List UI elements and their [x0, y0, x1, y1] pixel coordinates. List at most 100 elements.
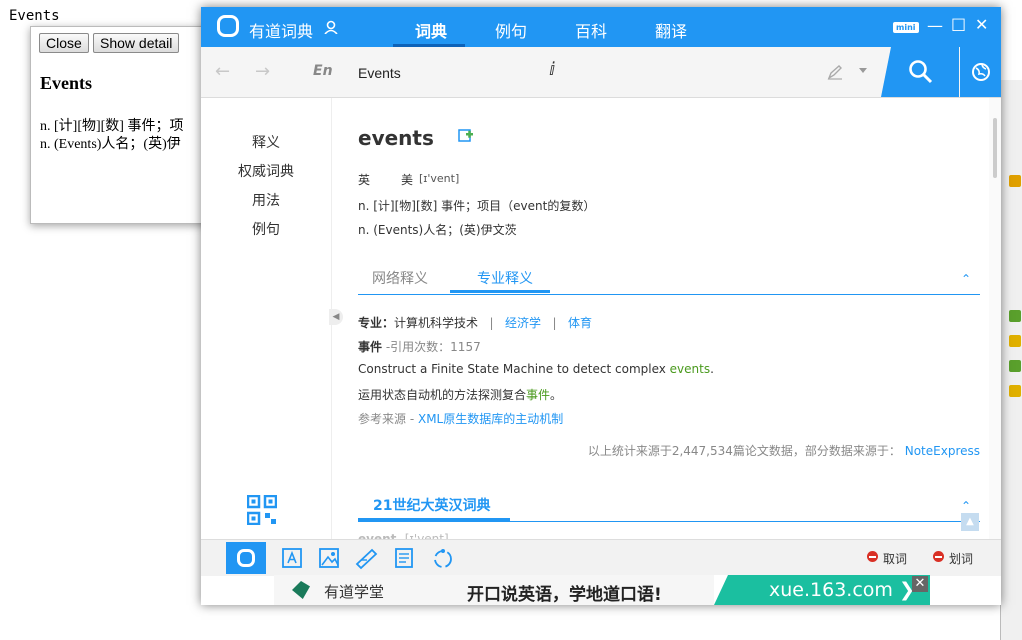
- scrollbar[interactable]: [989, 98, 1001, 543]
- youdao-dictionary-window: 有道词典 词典 例句 百科 翻译 mini — □ ✕ ← → En ⅈ: [201, 7, 1001, 605]
- capture-word-toggle[interactable]: 取词: [883, 550, 907, 567]
- example-translation: 运用状态自动机的方法探测复合事件。: [358, 386, 562, 403]
- web-search-button[interactable]: [960, 47, 1001, 97]
- text-cursor-icon: ⅈ: [549, 59, 556, 80]
- dictionary-title: 21世纪大英汉词典: [373, 498, 491, 514]
- collapse-chevron-icon[interactable]: ⌃: [961, 272, 971, 286]
- document-translate-icon[interactable]: [390, 544, 418, 572]
- forward-arrow-icon[interactable]: →: [255, 61, 270, 82]
- popup-def-2: n. (Events)人名；(英)伊: [40, 137, 181, 152]
- statistics-text: 以上统计来源于2,447,534篇论文数据，部分数据来源于：: [587, 444, 901, 458]
- translation-highlight: 事件: [526, 388, 551, 402]
- entry-content: events 英 美 [ɪ'vent] n. [计][物][数] 事件；项目（e…: [358, 98, 980, 546]
- collapse-nav-button[interactable]: ◀: [329, 309, 343, 325]
- definition-2: n. (Events)人名；(英)伊文茨: [358, 223, 517, 237]
- example-text: Construct a Finite State Machine to dete…: [358, 362, 670, 376]
- field-economics-link[interactable]: 经济学: [505, 316, 541, 330]
- title-bar: 有道词典 词典 例句 百科 翻译 mini — □ ✕: [201, 7, 1001, 47]
- reference-row: 参考来源 - XML原生数据库的主动机制: [358, 410, 563, 427]
- ad-brand: 有道学堂: [324, 583, 385, 601]
- reference-link[interactable]: XML原生数据库的主动机制: [418, 412, 563, 426]
- ad-url-text: xue.163.com: [769, 579, 893, 601]
- field-label: 专业：: [358, 316, 395, 330]
- headword: events: [358, 126, 434, 150]
- image-translate-icon[interactable]: [315, 544, 343, 572]
- app-name: 有道词典: [249, 22, 314, 41]
- text-translate-icon[interactable]: [278, 544, 306, 572]
- definition-1: n. [计][物][数] 事件；项目（event的复数）: [358, 199, 596, 213]
- citation-count: -引用次数：1157: [385, 340, 481, 354]
- maximize-icon[interactable]: □: [951, 14, 966, 33]
- tab-professional-definition[interactable]: 专业释义: [477, 268, 533, 288]
- example-end: .: [710, 362, 714, 376]
- minus-circle-icon: [867, 551, 878, 562]
- chevron-down-icon[interactable]: [859, 68, 867, 73]
- scrollbar-thumb[interactable]: [993, 118, 997, 178]
- globe-icon: [972, 63, 990, 81]
- check-icon: [1009, 360, 1021, 372]
- field-computer-science: 计算机科学技术: [394, 316, 479, 330]
- example-sentence: Construct a Finite State Machine to dete…: [358, 362, 714, 376]
- pronunciation-us[interactable]: 美: [401, 171, 413, 188]
- tab-active-indicator: [450, 290, 550, 293]
- back-arrow-icon[interactable]: ←: [215, 61, 230, 82]
- definition-tabs: 网络释义 专业释义 ⌃: [358, 262, 980, 295]
- noteexpress-link[interactable]: NoteExpress: [905, 444, 980, 458]
- example-highlight: events: [669, 362, 711, 376]
- search-bar: ← → En ⅈ: [201, 47, 1001, 98]
- check-icon: [1009, 310, 1021, 322]
- translation-end: 。: [550, 388, 563, 402]
- add-wordbook-icon[interactable]: [458, 129, 474, 143]
- popup-def-1: n. [计][物][数] 事件；项: [40, 119, 184, 134]
- select-word-toggle[interactable]: 划词: [949, 550, 973, 567]
- search-input[interactable]: [356, 57, 810, 89]
- youdao-logo-icon: [237, 549, 255, 567]
- ad-banner[interactable]: 有道学堂 开口说英语，学地道口语! xue.163.com ❯ ✕: [274, 575, 930, 605]
- field-separator: |: [544, 316, 565, 330]
- background-page-text: Events: [9, 8, 60, 24]
- search-icon: [909, 60, 933, 84]
- close-icon[interactable]: ✕: [975, 15, 988, 34]
- show-detail-button[interactable]: Show detail: [93, 33, 180, 53]
- notebook-icon[interactable]: [352, 544, 380, 572]
- sync-icon[interactable]: [429, 544, 457, 572]
- statistics-note: 以上统计来源于2,447,534篇论文数据，部分数据来源于： NoteExpre…: [588, 442, 980, 459]
- search-button[interactable]: [881, 47, 959, 97]
- section-nav: 释义 权威词典 用法 例句: [201, 98, 331, 543]
- back-to-top-button[interactable]: ▲: [961, 513, 979, 531]
- field-sports-link[interactable]: 体育: [568, 316, 592, 330]
- pronunciation-uk[interactable]: 英: [358, 171, 370, 188]
- mini-mode-button[interactable]: mini: [893, 22, 919, 33]
- tab-web-definition[interactable]: 网络释义: [372, 268, 428, 288]
- ad-url: xue.163.com ❯: [769, 579, 915, 601]
- section-nav-examples[interactable]: 例句: [201, 219, 331, 239]
- nav-translate[interactable]: 翻译: [655, 18, 687, 42]
- section-nav-definition[interactable]: 释义: [201, 132, 331, 152]
- background-side-panel: [1000, 80, 1022, 640]
- ad-slogan: 开口说英语，学地道口语!: [467, 585, 662, 605]
- dictionary-tool-button[interactable]: [226, 542, 266, 574]
- section-nav-usage[interactable]: 用法: [201, 190, 331, 210]
- ad-close-icon[interactable]: ✕: [912, 576, 928, 592]
- close-button[interactable]: Close: [39, 33, 89, 53]
- reference-label: 参考来源 -: [358, 412, 418, 426]
- qr-code-icon[interactable]: [247, 495, 277, 525]
- warning-icon: [1009, 175, 1021, 187]
- nav-examples[interactable]: 例句: [495, 18, 527, 42]
- user-icon[interactable]: [324, 20, 338, 34]
- dictionary-title-underline: [358, 518, 510, 521]
- minus-circle-icon: [933, 551, 944, 562]
- pen-icon[interactable]: [827, 64, 843, 80]
- collapse-chevron-icon[interactable]: ⌃: [961, 499, 971, 513]
- field-row: 专业：计算机科学技术 | 经济学 | 体育: [358, 314, 592, 331]
- bottom-toolbar: 取词 划词: [201, 539, 1001, 576]
- dictionary-section-header: 21世纪大英汉词典 ⌃: [358, 491, 980, 522]
- translation-text: 运用状态自动机的方法探测复合: [358, 388, 527, 402]
- phonetic: [ɪ'vent]: [419, 172, 460, 185]
- language-selector[interactable]: En: [313, 63, 333, 79]
- term: 事件: [358, 340, 383, 354]
- nav-encyclopedia[interactable]: 百科: [575, 18, 607, 42]
- minimize-icon[interactable]: —: [927, 16, 943, 35]
- section-nav-authority[interactable]: 权威词典: [201, 161, 331, 181]
- nav-dictionary[interactable]: 词典: [415, 18, 447, 42]
